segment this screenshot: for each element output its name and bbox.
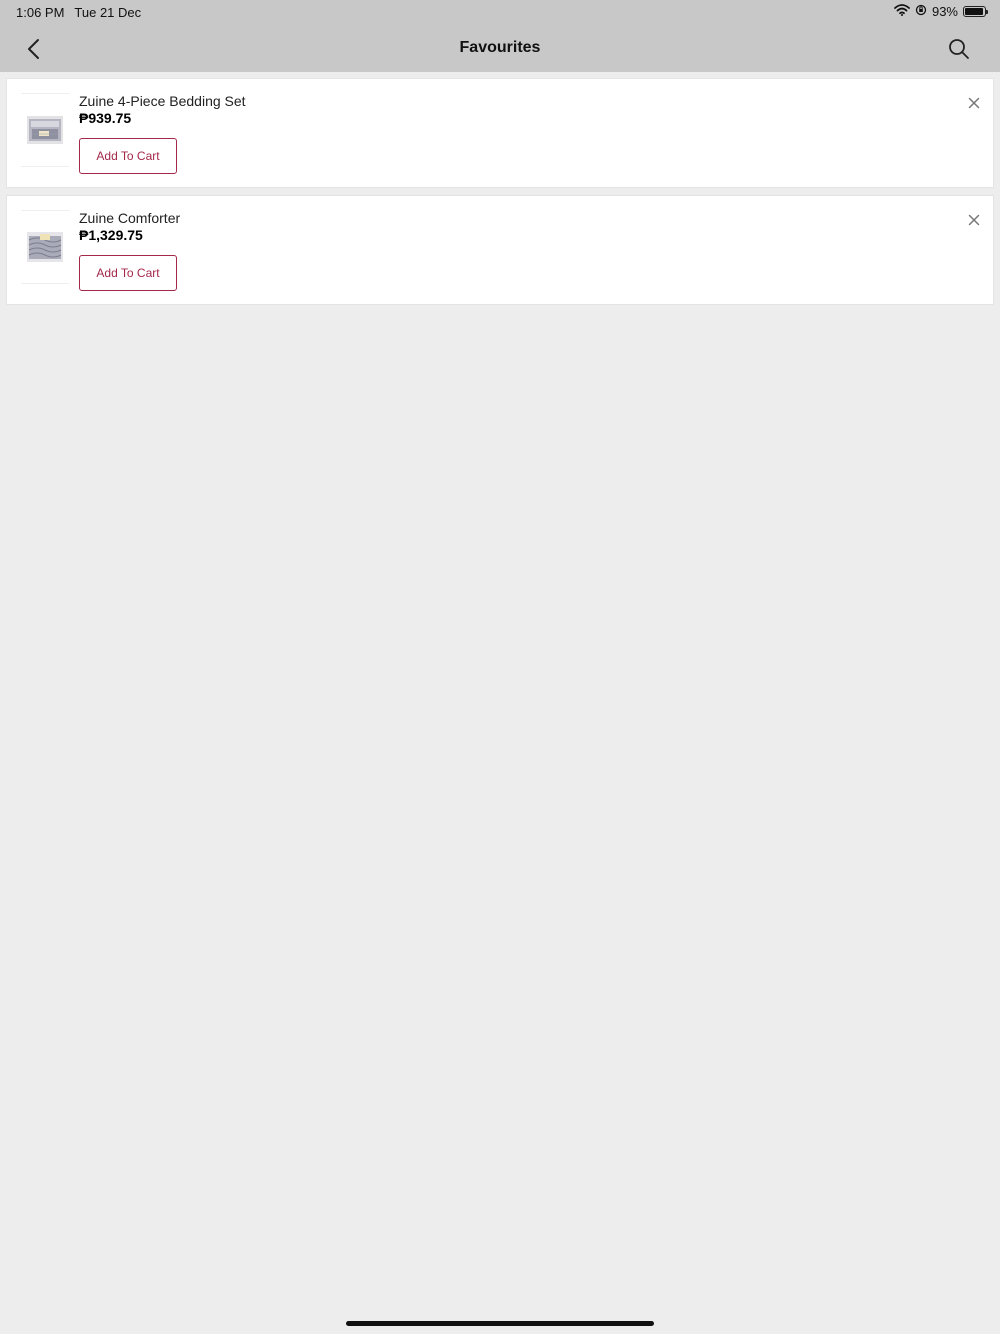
wifi-icon: [894, 4, 910, 19]
favourites-list: Zuine 4-Piece Bedding Set ₱939.75 Add To…: [6, 78, 994, 312]
product-name[interactable]: Zuine 4-Piece Bedding Set: [79, 93, 246, 110]
list-item: Zuine 4-Piece Bedding Set ₱939.75 Add To…: [6, 78, 994, 188]
nav-bar: Favourites: [0, 24, 1000, 72]
status-date: Tue 21 Dec: [74, 5, 142, 20]
product-image[interactable]: [21, 210, 69, 284]
battery-level: [965, 8, 983, 15]
product-price: ₱939.75: [79, 110, 132, 126]
home-indicator: [346, 1321, 654, 1326]
close-icon: [968, 214, 980, 226]
status-right: 93%: [894, 4, 988, 19]
battery-icon: [963, 6, 988, 17]
status-time: 1:06 PM: [16, 5, 65, 20]
list-item: Zuine Comforter ₱1,329.75 Add To Cart: [6, 195, 994, 305]
add-to-cart-button[interactable]: Add To Cart: [79, 138, 177, 174]
item-info: Zuine Comforter ₱1,329.75 Add To Cart: [79, 210, 180, 291]
close-icon: [968, 97, 980, 109]
product-name[interactable]: Zuine Comforter: [79, 210, 180, 227]
battery-percent: 93%: [931, 4, 958, 19]
status-left: 1:06 PM Tue 21 Dec: [16, 5, 141, 20]
add-to-cart-button[interactable]: Add To Cart: [79, 255, 177, 291]
status-bar: 1:06 PM Tue 21 Dec 93%: [0, 0, 1000, 24]
product-image[interactable]: [21, 93, 69, 167]
search-button[interactable]: [946, 36, 972, 62]
item-info: Zuine 4-Piece Bedding Set ₱939.75 Add To…: [79, 93, 246, 174]
product-price: ₱1,329.75: [79, 227, 143, 243]
search-icon: [949, 39, 969, 59]
remove-button[interactable]: [967, 213, 981, 227]
orientation-lock-icon: [915, 4, 927, 19]
remove-button[interactable]: [967, 96, 981, 110]
page-title: Favourites: [459, 39, 541, 56]
